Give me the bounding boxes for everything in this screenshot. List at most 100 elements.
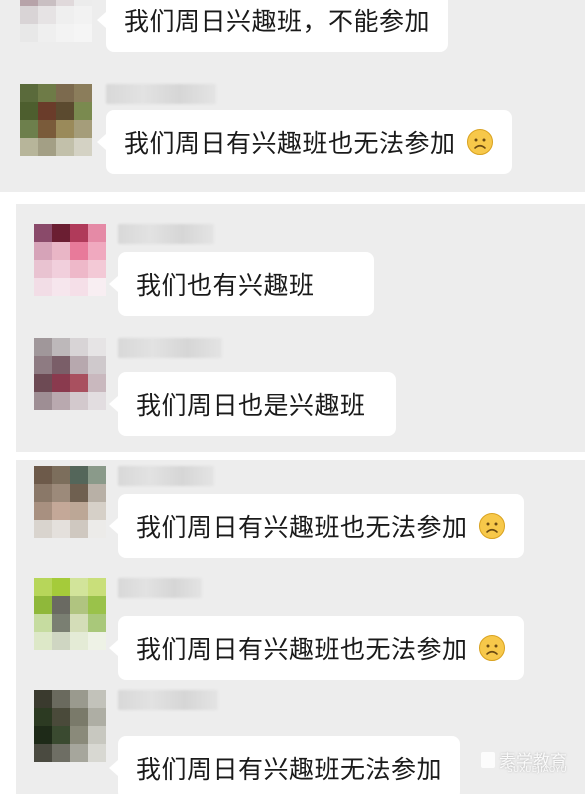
avatar-pixel: [34, 632, 52, 650]
sad-face-emoji-icon: [478, 513, 505, 539]
avatar-pixel: [88, 224, 106, 242]
avatar-pixel: [52, 466, 70, 484]
avatar-pixel: [34, 484, 52, 502]
avatar-pixel: [88, 242, 106, 260]
avatar-pixel: [52, 356, 70, 374]
message-text: 我们周日有兴趣班无法参加: [136, 755, 443, 784]
avatar-pixel: [20, 120, 38, 138]
avatar-pixel: [70, 484, 88, 502]
avatar-pixel: [70, 278, 88, 296]
avatar-pixel: [56, 84, 74, 102]
avatar-pixel: [88, 484, 106, 502]
avatar-pixel: [34, 744, 52, 762]
avatar[interactable]: [34, 578, 106, 650]
avatar-pixel: [34, 374, 52, 392]
avatar-pixel: [56, 120, 74, 138]
avatar-pixel: [52, 614, 70, 632]
avatar-pixel: [88, 502, 106, 520]
avatar-pixel: [34, 338, 52, 356]
avatar[interactable]: [34, 690, 106, 762]
avatar-pixel: [70, 392, 88, 410]
avatar-pixel: [20, 24, 38, 42]
avatar-pixel: [38, 24, 56, 42]
avatar-pixel: [34, 596, 52, 614]
message-text: 我们周日有兴趣班也无法参加: [136, 635, 468, 664]
avatar-pixel: [20, 138, 38, 156]
avatar-pixel: [70, 520, 88, 538]
sender-name: [118, 338, 222, 358]
sender-name: [118, 224, 214, 244]
avatar[interactable]: [20, 84, 92, 156]
avatar-pixel: [52, 502, 70, 520]
avatar-pixel: [70, 596, 88, 614]
message-bubble[interactable]: 我们周日有兴趣班也无法参加: [109, 616, 524, 680]
avatar-pixel: [34, 520, 52, 538]
avatar-pixel: [34, 726, 52, 744]
avatar-pixel: [52, 708, 70, 726]
avatar-pixel: [34, 708, 52, 726]
avatar-pixel: [52, 596, 70, 614]
avatar-pixel: [52, 690, 70, 708]
avatar-pixel: [88, 338, 106, 356]
avatar-pixel: [70, 224, 88, 242]
avatar-pixel: [88, 708, 106, 726]
avatar-pixel: [70, 614, 88, 632]
avatar[interactable]: [20, 0, 92, 42]
avatar[interactable]: [34, 224, 106, 296]
avatar-pixel: [52, 374, 70, 392]
avatar-pixel: [52, 744, 70, 762]
avatar-pixel: [70, 356, 88, 374]
avatar[interactable]: [34, 338, 106, 410]
avatar-pixel: [74, 24, 92, 42]
avatar-pixel: [34, 578, 52, 596]
sender-name: [118, 466, 214, 486]
sender-name: [118, 690, 218, 710]
message-text: 我们周日也是兴趣班: [136, 391, 366, 420]
avatar-pixel: [88, 726, 106, 744]
avatar-pixel: [70, 338, 88, 356]
sender-name: [106, 84, 216, 104]
avatar-pixel: [34, 224, 52, 242]
avatar-pixel: [38, 120, 56, 138]
avatar-pixel: [70, 502, 88, 520]
message-bubble[interactable]: 我们周日有兴趣班也无法参加: [97, 110, 512, 174]
sender-name: [118, 578, 202, 598]
message-bubble[interactable]: 我们周日兴趣班，不能参加: [96, 0, 449, 52]
chat-panel-3: 我们周日有兴趣班也无法参加 我们周日有兴趣班也无法参加 我们周日有兴趣班无法参加: [16, 460, 585, 800]
avatar-pixel: [88, 356, 106, 374]
avatar-pixel: [20, 6, 38, 24]
avatar-pixel: [34, 466, 52, 484]
message-text: 我们周日有兴趣班也无法参加: [124, 129, 456, 158]
avatar-pixel: [52, 278, 70, 296]
avatar-pixel: [70, 744, 88, 762]
avatar[interactable]: [34, 466, 106, 538]
message-text: 我们周日有兴趣班也无法参加: [136, 513, 468, 542]
avatar-pixel: [52, 632, 70, 650]
avatar-pixel: [52, 484, 70, 502]
message-bubble[interactable]: 我们周日有兴趣班也无法参加: [109, 494, 524, 558]
avatar-pixel: [38, 6, 56, 24]
avatar-pixel: [74, 6, 92, 24]
avatar-pixel: [88, 520, 106, 538]
avatar-pixel: [56, 6, 74, 24]
avatar-pixel: [34, 356, 52, 374]
message-text: 我们周日兴趣班，不能参加: [124, 7, 431, 36]
message-bubble[interactable]: 我们也有兴趣班: [109, 252, 374, 316]
chat-panel-1: 我们周日兴趣班，不能参加 我们周日有兴趣班也无法参加: [0, 0, 585, 192]
avatar-pixel: [52, 578, 70, 596]
message-bubble[interactable]: 我们周日有兴趣班无法参加: [108, 736, 461, 800]
avatar-pixel: [52, 338, 70, 356]
avatar-pixel: [70, 690, 88, 708]
avatar-pixel: [88, 596, 106, 614]
avatar-pixel: [88, 744, 106, 762]
avatar-pixel: [74, 84, 92, 102]
avatar-pixel: [88, 466, 106, 484]
chat-panel-2: 我们也有兴趣班 我们周日也是兴趣班: [16, 204, 585, 452]
avatar-pixel: [52, 260, 70, 278]
avatar-pixel: [56, 24, 74, 42]
message-bubble[interactable]: 我们周日也是兴趣班: [109, 372, 396, 436]
avatar-pixel: [74, 120, 92, 138]
avatar-pixel: [88, 578, 106, 596]
brand-subtitle: SUXUEJIAOYU: [507, 765, 567, 774]
avatar-pixel: [38, 138, 56, 156]
